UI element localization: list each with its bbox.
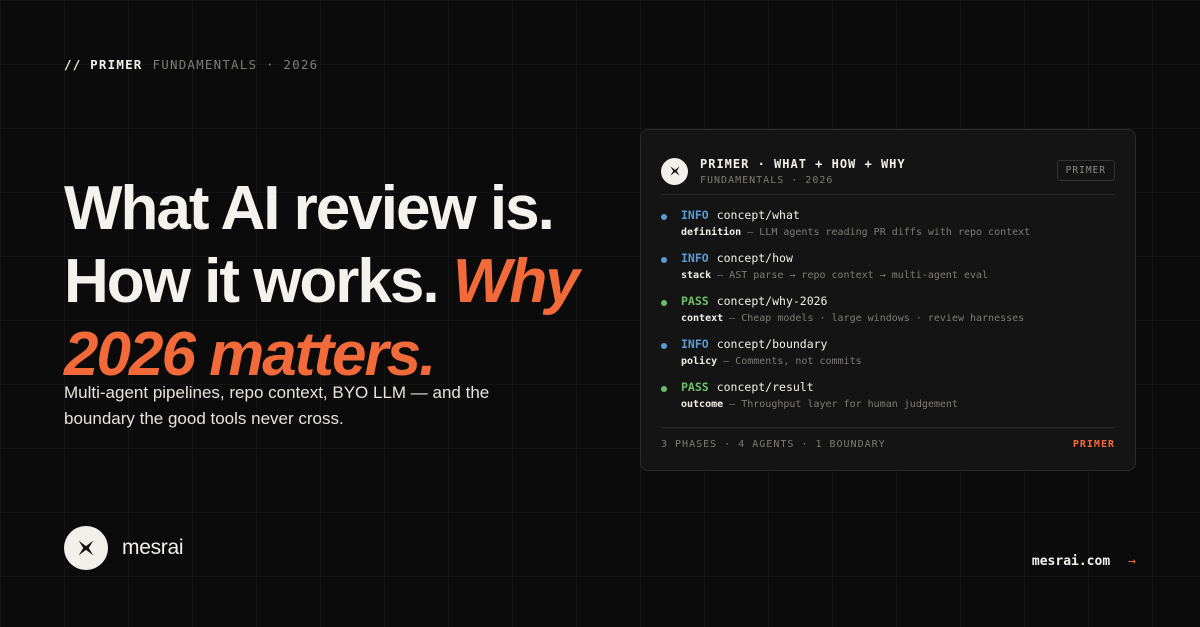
card-subtitle: FUNDAMENTALS · 2026	[700, 174, 834, 186]
headline-line-2: How it works. Why	[64, 245, 624, 318]
concept-path: concept/what	[716, 208, 800, 222]
status-label: INFO	[681, 337, 709, 351]
separator: —	[723, 399, 742, 410]
concept-key: stack	[681, 270, 712, 281]
list-item: INFO concept/what definition — LLM agents…	[661, 208, 1115, 251]
headline-line-2-plain: How it works.	[64, 247, 440, 316]
headline: What AI review is. How it works. Why 202…	[64, 172, 624, 391]
status-label: PASS	[681, 380, 709, 394]
concept-desc: Throughput layer for human judgement	[741, 399, 958, 410]
concept-key: definition	[681, 227, 742, 238]
list-item: INFO concept/boundary policy — Comments, …	[661, 337, 1115, 380]
status-label: INFO	[681, 251, 709, 265]
concept-desc: AST parse → repo context → multi-agent e…	[729, 270, 989, 281]
status-label: INFO	[681, 208, 709, 222]
status-dot	[661, 300, 667, 306]
concept-desc: Comments, not commits	[735, 356, 862, 367]
brand[interactable]: mesrai	[64, 526, 184, 570]
footer-stats: 3 PHASES · 4 AGENTS · 1 BOUNDARY	[661, 439, 886, 450]
primer-card: PRIMER · WHAT + HOW + WHY FUNDAMENTALS ·…	[640, 129, 1136, 471]
site-url: mesrai.com	[1031, 554, 1111, 569]
separator: —	[723, 313, 742, 324]
card-divider	[661, 427, 1115, 428]
list-item: PASS concept/why-2026 context — Cheap mod…	[661, 294, 1115, 337]
card-divider	[661, 194, 1115, 195]
status-label: PASS	[681, 294, 709, 308]
bowtie-x-icon	[661, 157, 688, 185]
concept-list: INFO concept/what definition — LLM agents…	[661, 208, 1115, 423]
site-link[interactable]: mesrai.com →	[1032, 554, 1136, 569]
list-item: INFO concept/how stack — AST parse → repo…	[661, 251, 1115, 294]
card-header: PRIMER · WHAT + HOW + WHY FUNDAMENTALS ·…	[661, 148, 1115, 194]
brand-name: mesrai	[122, 536, 184, 559]
card-title: PRIMER · WHAT + HOW + WHY	[700, 156, 906, 171]
concept-path: concept/how	[716, 251, 793, 265]
status-dot	[661, 343, 667, 349]
concept-path: concept/why-2026	[716, 294, 828, 308]
headline-line-1: What AI review is.	[64, 174, 555, 243]
headline-line-2-accent: Why	[452, 247, 580, 316]
card-badge: PRIMER	[1056, 159, 1115, 181]
separator: —	[711, 270, 730, 281]
arrow-right-icon: →	[1128, 554, 1136, 569]
eyebrow-meta: FUNDAMENTALS · 2026	[152, 57, 319, 72]
footer-tag: PRIMER	[1072, 439, 1115, 450]
status-dot	[661, 214, 667, 220]
concept-desc: Cheap models · large windows · review ha…	[741, 313, 1025, 324]
status-dot	[661, 386, 667, 392]
eyebrow: // PRIMER FUNDAMENTALS · 2026	[64, 57, 318, 72]
concept-key: context	[681, 313, 724, 324]
concept-key: policy	[681, 356, 718, 367]
concept-path: concept/result	[716, 380, 814, 394]
status-dot	[661, 257, 667, 263]
list-item: PASS concept/result outcome — Throughput …	[661, 380, 1115, 423]
concept-key: outcome	[681, 399, 724, 410]
concept-desc: LLM agents reading PR diffs with repo co…	[759, 227, 1031, 238]
concept-path: concept/boundary	[716, 337, 828, 351]
card-footer: 3 PHASES · 4 AGENTS · 1 BOUNDARY PRIMER	[661, 439, 1115, 450]
eyebrow-prefix: // PRIMER	[64, 57, 143, 72]
separator: —	[741, 227, 760, 238]
subhead: Multi-agent pipelines, repo context, BYO…	[64, 383, 490, 428]
separator: —	[717, 356, 736, 367]
bowtie-x-icon	[64, 526, 108, 570]
